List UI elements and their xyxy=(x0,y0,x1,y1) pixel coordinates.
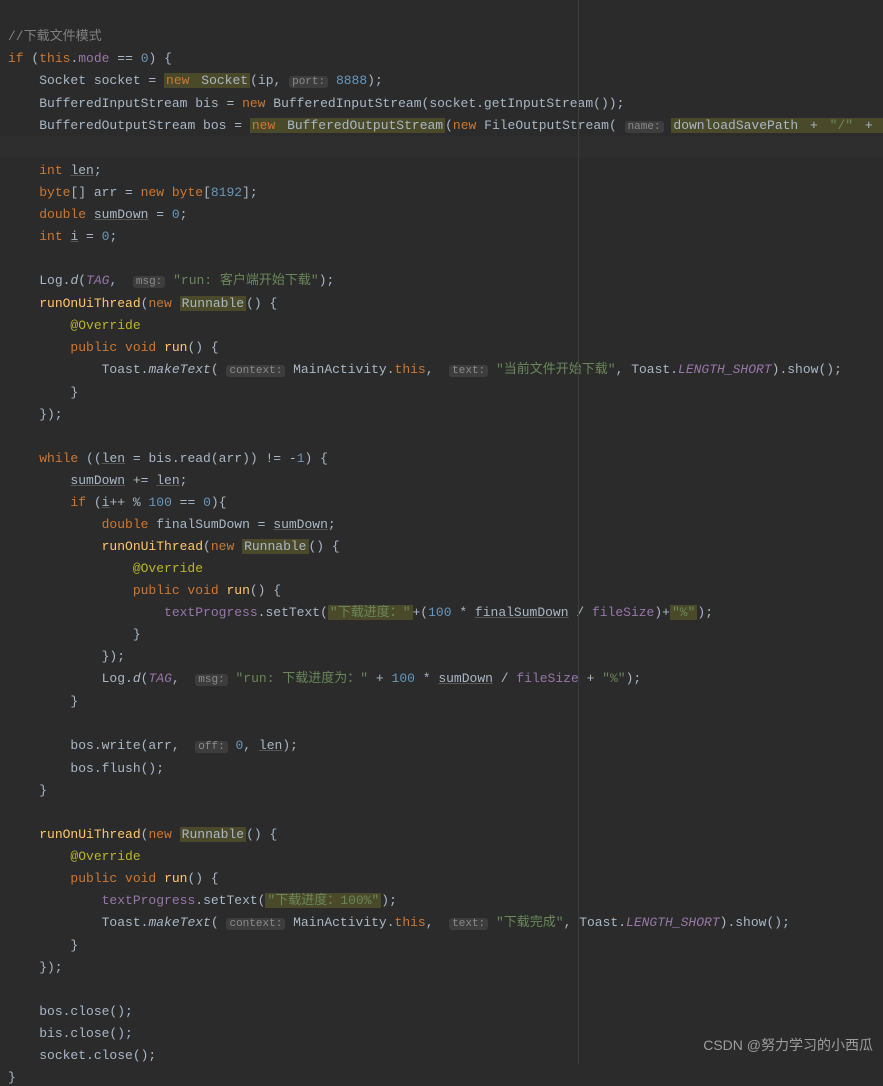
comment: //下载文件模式 xyxy=(8,29,102,44)
watermark: CSDN @努力学习的小西瓜 xyxy=(703,1034,873,1056)
code-editor[interactable]: //下载文件模式 if (this.mode == 0) { Socket so… xyxy=(0,0,883,1086)
margin-guide xyxy=(578,0,579,1064)
keyword-if: if xyxy=(8,51,24,66)
param-hint: port: xyxy=(289,76,328,88)
